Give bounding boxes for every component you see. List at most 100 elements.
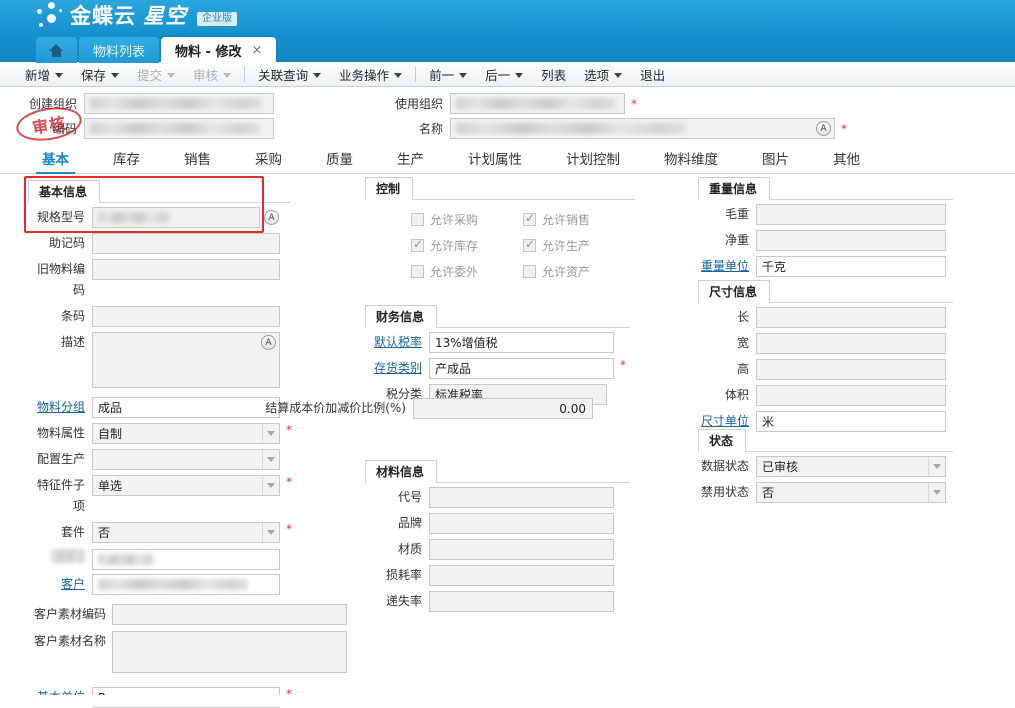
tab-image[interactable]: 图片: [740, 143, 811, 174]
checkbox-allow-inventory[interactable]: 允许库存: [411, 237, 523, 254]
number-input[interactable]: [84, 118, 274, 139]
checkbox-box[interactable]: [523, 211, 536, 226]
checkbox-box[interactable]: [523, 265, 536, 278]
kit-select[interactable]: 否: [92, 522, 280, 543]
tab-inventory[interactable]: 库存: [91, 143, 162, 174]
config-production-select[interactable]: [92, 449, 280, 470]
cost-ratio-input[interactable]: 0.00: [413, 398, 593, 419]
customer-input[interactable]: [92, 574, 280, 595]
toolbar-list[interactable]: 列表: [532, 62, 575, 87]
net-weight-input[interactable]: [756, 230, 946, 251]
create-org-input[interactable]: [84, 93, 274, 114]
close-icon[interactable]: ×: [251, 43, 262, 58]
text-assist-icon[interactable]: A: [816, 121, 831, 136]
description-textarea[interactable]: A: [92, 332, 280, 388]
checkbox-allow-purchase[interactable]: 允许采购: [411, 211, 523, 228]
tab-label: 计划控制: [566, 152, 620, 168]
brand-input[interactable]: [429, 513, 614, 534]
chevron-down-icon[interactable]: [262, 476, 278, 495]
checkbox-label: 允许资产: [542, 265, 591, 279]
gross-weight-input[interactable]: [756, 204, 946, 225]
checkbox-box[interactable]: [523, 237, 536, 252]
data-status-select[interactable]: 已审核: [756, 456, 946, 477]
weight-unit-input[interactable]: 千克: [756, 256, 946, 277]
field-label: 毛重: [724, 207, 749, 221]
checkbox-box[interactable]: [411, 237, 424, 252]
tab-basic[interactable]: 基本: [20, 143, 91, 175]
tab-production[interactable]: 生产: [375, 143, 446, 174]
cust-mat-code-input[interactable]: [112, 604, 347, 625]
old-code-input[interactable]: [92, 259, 280, 280]
toolbar-save[interactable]: 保存: [72, 62, 128, 87]
toolbar-exit[interactable]: 退出: [631, 62, 674, 87]
customer-link[interactable]: 客户: [28, 574, 92, 595]
mnemonic-input[interactable]: [92, 233, 280, 254]
text-assist-icon[interactable]: A: [264, 210, 279, 225]
tab-other[interactable]: 其他: [811, 143, 882, 174]
chevron-down-icon[interactable]: [262, 523, 278, 542]
checkbox-box[interactable]: [411, 265, 424, 278]
masked-input[interactable]: [92, 549, 280, 570]
chevron-down-icon[interactable]: [928, 457, 944, 476]
field-label: 代号: [397, 490, 422, 504]
toolbar-next[interactable]: 后一: [476, 62, 532, 87]
spec-input[interactable]: [92, 207, 260, 228]
tab-material-edit[interactable]: 物料 - 修改 ×: [161, 37, 277, 63]
tab-material-dimension[interactable]: 物料维度: [642, 143, 740, 174]
default-tax-input[interactable]: 13%增值税: [429, 332, 614, 353]
checkbox-allow-sales[interactable]: 允许销售: [523, 211, 635, 228]
use-org-input[interactable]: [450, 93, 625, 114]
inventory-type-link[interactable]: 存货类别: [365, 358, 429, 379]
name-input[interactable]: A: [450, 118, 835, 139]
toolbar-label: 选项: [584, 67, 610, 83]
chevron-down-icon[interactable]: [928, 483, 944, 502]
checkbox-allow-asset[interactable]: 允许资产: [523, 263, 635, 280]
field-label: 结算成本价加减价比例(%): [265, 401, 406, 415]
tab-purchase[interactable]: 采购: [233, 143, 304, 174]
toolbar-related-query[interactable]: 关联查询: [249, 62, 330, 87]
checkbox-allow-production[interactable]: 允许生产: [523, 237, 635, 254]
tab-label: 基本: [42, 152, 69, 168]
field-label: 旧物料编码: [36, 262, 85, 297]
loss-rate-input[interactable]: [429, 565, 614, 586]
toolbar-add[interactable]: 新增: [16, 62, 72, 87]
tab-label: 物料 - 修改: [175, 44, 242, 60]
volume-input[interactable]: [756, 385, 946, 406]
toolbar-options[interactable]: 选项: [575, 62, 631, 87]
field-label: 品牌: [397, 516, 422, 530]
tab-quality[interactable]: 质量: [304, 143, 375, 174]
required-mark: *: [841, 121, 847, 136]
field-value: 米: [762, 415, 775, 429]
tab-plan-control[interactable]: 计划控制: [544, 143, 642, 174]
toolbar-business-operation[interactable]: 业务操作: [330, 62, 411, 87]
miss-rate-input[interactable]: [429, 591, 614, 612]
default-tax-link[interactable]: 默认税率: [365, 332, 429, 353]
tab-home[interactable]: [36, 37, 77, 63]
field-label: 客户素材编码: [33, 607, 106, 621]
field-label: 递失率: [385, 594, 422, 608]
code-no-input[interactable]: [429, 487, 614, 508]
height-input[interactable]: [756, 359, 946, 380]
chevron-down-icon[interactable]: [262, 450, 278, 469]
material-property-select[interactable]: 自制: [92, 423, 280, 444]
tab-sales[interactable]: 销售: [162, 143, 233, 174]
inventory-type-input[interactable]: 产成品: [429, 358, 614, 379]
material-group-link[interactable]: 物料分组: [28, 397, 92, 418]
tab-label: 库存: [113, 152, 140, 168]
width-input[interactable]: [756, 333, 946, 354]
text-assist-icon[interactable]: A: [261, 335, 276, 350]
length-input[interactable]: [756, 307, 946, 328]
barcode-input[interactable]: [92, 306, 280, 327]
cust-mat-name-textarea[interactable]: [112, 631, 347, 673]
texture-input[interactable]: [429, 539, 614, 560]
tab-plan-attribute[interactable]: 计划属性: [446, 143, 544, 174]
checkbox-box[interactable]: [411, 213, 424, 226]
toolbar-previous[interactable]: 前一: [420, 62, 476, 87]
tab-material-list[interactable]: 物料列表: [79, 37, 160, 63]
forbid-status-select[interactable]: 否: [756, 482, 946, 503]
tab-label: 生产: [397, 152, 424, 168]
chevron-down-icon[interactable]: [262, 424, 278, 443]
checkbox-allow-outsource[interactable]: 允许委外: [411, 263, 523, 280]
weight-unit-link[interactable]: 重量单位: [698, 256, 756, 277]
feature-sub-select[interactable]: 单选: [92, 475, 280, 496]
